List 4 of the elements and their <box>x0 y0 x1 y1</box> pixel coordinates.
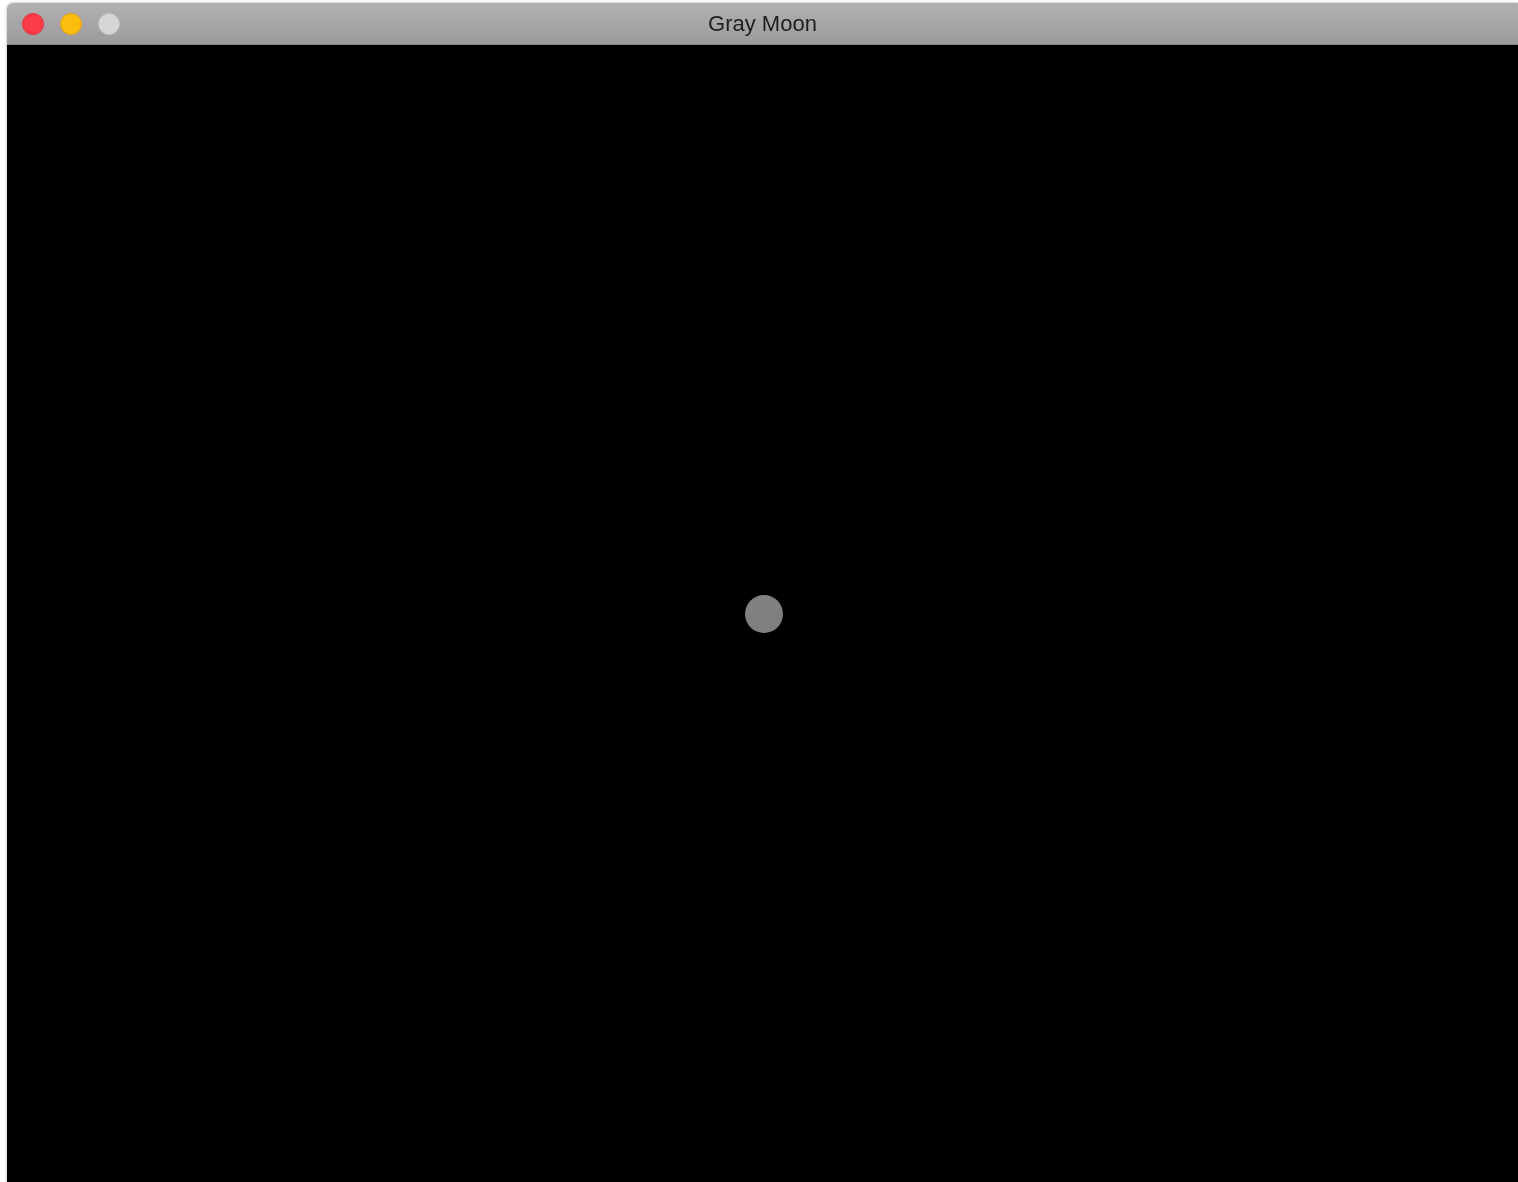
close-button[interactable] <box>22 13 44 35</box>
moon-circle <box>745 594 783 633</box>
window-title: Gray Moon <box>708 10 817 37</box>
minimize-button[interactable] <box>60 13 82 35</box>
